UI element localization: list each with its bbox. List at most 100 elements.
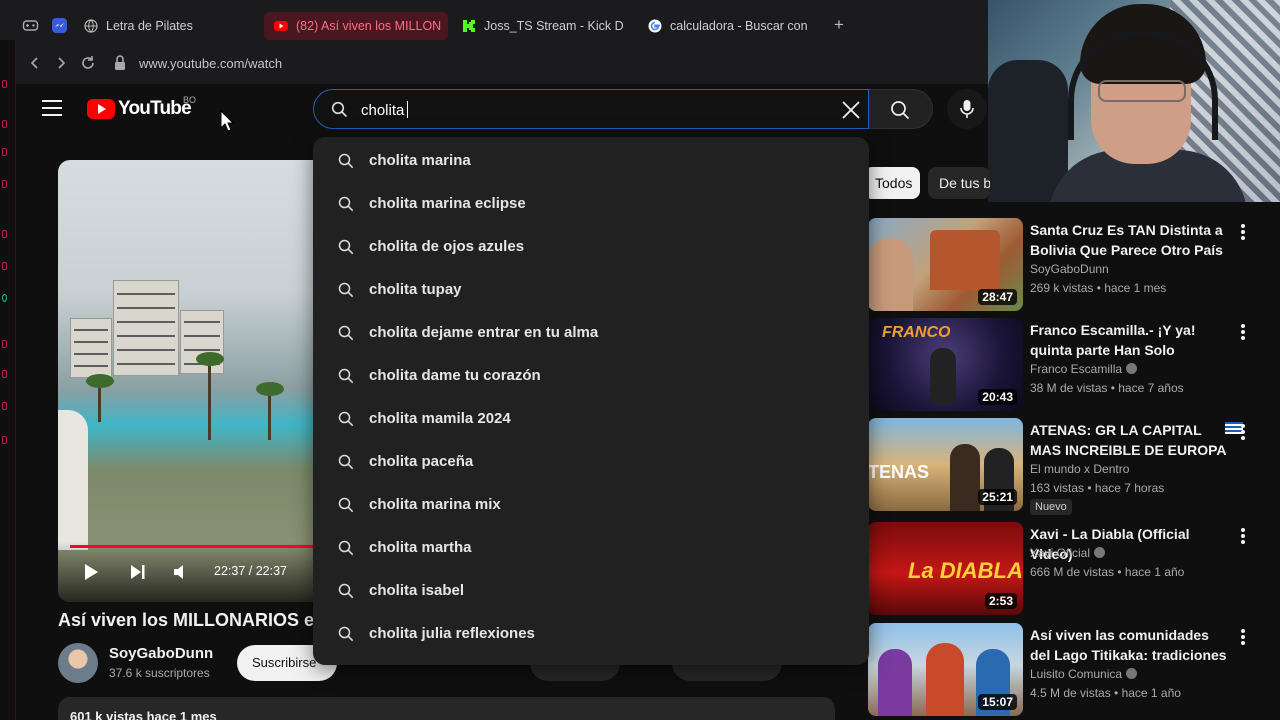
tab-strip-icons [22,17,68,34]
more-options-icon[interactable] [1241,629,1245,645]
arrow-right-icon [58,57,66,69]
lock-icon[interactable] [113,54,127,72]
chip-todos[interactable]: Todos [864,167,920,199]
url-field[interactable]: www.youtube.com/watch [139,56,282,71]
verified-icon [1126,363,1138,374]
suggestion-item[interactable]: cholita martha [313,528,869,568]
channel-name: Luisito Comunica [1030,667,1138,681]
recommendation-item[interactable]: La DIABLA 2:53 Xavi - La Diabla (Officia… [868,522,1268,617]
video-thumbnail[interactable]: 15:07 [868,623,1023,716]
tab-label: (82) Así viven los MILLON [296,19,442,33]
suggestion-label: cholita dejame entrar en tu alma [369,324,599,341]
clear-search-button[interactable] [840,99,862,121]
logo-wordmark: YouTube [118,98,192,119]
arrow-left-icon [30,57,38,69]
video-thumbnail[interactable]: 28:47 [868,218,1023,311]
video-duration: 25:21 [978,489,1017,505]
gamepad-icon[interactable] [22,17,39,34]
suggestion-item[interactable]: cholita tupay [313,270,869,310]
suggestion-item[interactable]: cholita mamila 2024 [313,399,869,439]
description-box[interactable]: 601 k vistas hace 1 mes [58,697,835,720]
video-thumbnail[interactable]: TENAS 25:21 [868,418,1023,511]
video-title[interactable]: Franco Escamilla.- ¡Y ya! quinta parte H… [1030,320,1230,360]
tab-label: Joss_TS Stream - Kick D [484,19,624,33]
tab-kick-stream[interactable]: Joss_TS Stream - Kick D [462,12,628,40]
suggestion-item[interactable]: cholita paceña [313,442,869,482]
avatar[interactable] [58,643,98,683]
recommendation-item[interactable]: FRANCO 20:43 Franco Escamilla.- ¡Y ya! q… [868,318,1268,413]
tab-youtube-video[interactable]: (82) Así viven los MILLON [264,12,448,40]
voice-search-button[interactable] [947,89,987,129]
suggestion-label: cholita martha [369,539,472,556]
video-thumbnail[interactable]: La DIABLA 2:53 [868,522,1023,615]
suggestion-item[interactable]: cholita marina [313,141,869,181]
messenger-icon[interactable] [51,17,68,34]
video-meta: 163 vistas • hace 7 horas [1030,481,1165,495]
video-duration: 20:43 [978,389,1017,405]
verified-icon [1094,547,1106,558]
search-icon [338,239,354,255]
tab-calculadora-search[interactable]: calculadora - Buscar con [648,12,814,40]
video-meta: 38 M de vistas • hace 7 años [1030,381,1184,395]
channel-name[interactable]: SoyGaboDunn [109,645,213,662]
video-thumbnail[interactable]: FRANCO 20:43 [868,318,1023,411]
new-tab-button[interactable]: + [830,16,848,34]
tab-letra-de-pilates[interactable]: Letra de Pilates [84,12,249,40]
progress-bar[interactable] [70,545,313,548]
volume-icon[interactable] [172,563,192,581]
video-title[interactable]: ATENAS: GR LA CAPITAL MAS INCREIBLE DE E… [1030,420,1230,460]
video-duration: 15:07 [978,694,1017,710]
suggestion-label: cholita isabel [369,582,465,599]
suggestion-item[interactable]: cholita dejame entrar en tu alma [313,313,869,353]
reload-button[interactable] [79,54,97,72]
more-options-icon[interactable] [1241,528,1245,544]
suggestion-label: cholita marina eclipse [369,195,526,212]
next-icon[interactable] [128,562,148,582]
channel-name: El mundo x Dentro [1030,462,1130,476]
youtube-play-logo-icon [87,99,115,119]
search-button[interactable] [869,89,933,129]
suggestion-item[interactable]: cholita de ojos azules [313,227,869,267]
player-timecode: 22:37 / 22:37 [214,564,287,578]
recommendation-item[interactable]: TENAS 25:21 ATENAS: GR LA CAPITAL MAS IN… [868,418,1268,515]
kick-favicon-icon [463,20,475,32]
suggestion-item[interactable]: cholita julia reflexiones [313,614,869,654]
search-icon [338,325,354,341]
search-icon [338,454,354,470]
video-title[interactable]: Santa Cruz Es TAN Distinta a Bolivia Que… [1030,220,1230,260]
plus-icon: + [834,15,844,34]
search-query-text: cholita [361,102,405,119]
suggestion-item[interactable]: cholita isabel [313,571,869,611]
search-input[interactable]: cholita [313,89,869,129]
more-options-icon[interactable] [1241,224,1245,240]
suggestion-item[interactable]: cholita marina mix [313,485,869,525]
suggestion-item[interactable]: cholita dame tu corazón [313,356,869,396]
more-options-icon[interactable] [1241,424,1245,440]
streamer-webcam-overlay [988,0,1280,202]
more-options-icon[interactable] [1241,324,1245,340]
search-icon [338,282,354,298]
chip-de-tus-busquedas[interactable]: De tus b [928,167,990,199]
search-icon [338,583,354,599]
play-icon[interactable] [82,562,100,582]
video-duration: 28:47 [978,289,1017,305]
search-icon [338,626,354,642]
google-favicon-icon [648,19,662,33]
recommendation-item[interactable]: 15:07 Así viven las comunidades del Lago… [868,623,1268,718]
video-title[interactable]: Así viven las comunidades del Lago Titik… [1030,625,1230,665]
hamburger-menu-icon[interactable] [42,100,62,116]
globe-icon [84,19,98,33]
suggestion-item[interactable]: cholita marina eclipse [313,184,869,224]
logo-country-code: BO [183,95,197,105]
video-meta: 666 M de vistas • hace 1 año [1030,565,1185,579]
search-icon [338,411,354,427]
search-icon [338,540,354,556]
suggestion-label: cholita de ojos azules [369,238,525,255]
forward-button[interactable] [52,54,70,72]
recommendation-item[interactable]: 28:47 Santa Cruz Es TAN Distinta a Boliv… [868,218,1268,313]
video-player[interactable]: 22:37 / 22:37 [58,160,313,602]
video-duration: 2:53 [984,593,1017,609]
channel-name: Xavi Oficial [1030,546,1106,560]
back-button[interactable] [26,54,44,72]
youtube-logo[interactable]: YouTube [87,98,192,120]
